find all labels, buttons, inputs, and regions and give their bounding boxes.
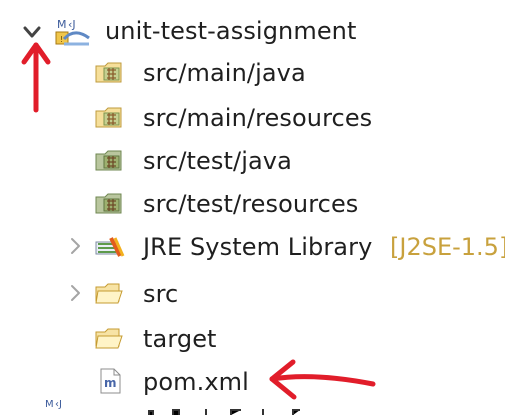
svg-text:!: ! [60,35,63,44]
chevron-right-icon[interactable] [64,235,86,257]
source-folder-icon [93,103,125,131]
chevron-right-icon[interactable] [64,282,86,304]
tree-item-label: pom.xml [143,368,249,396]
cropped-next-project-row: M ‹J [28,397,368,415]
tree-item-src-main-resources[interactable]: src/main/resources [0,97,505,137]
tree-item-label: src/main/resources [143,104,373,132]
maven-file-icon: m [97,367,123,395]
chevron-down-icon[interactable] [21,21,43,43]
maven-project-icon: M ‹J [45,399,300,415]
tree-item-label: src/main/java [143,59,306,87]
folder-icon [93,279,125,307]
tree-item-src-main-java[interactable]: src/main/java [0,52,505,92]
tree-item-label: src [143,280,179,308]
folder-icon [93,324,125,352]
tree-item-label: src/test/java [143,147,292,175]
tree-item-label: target [143,325,217,353]
project-row[interactable]: M ‹J ! unit-test-assignment [0,12,505,52]
svg-text:m: m [104,376,117,390]
jre-version-decoration: [J2SE-1.5] [390,233,505,261]
tree-item-src-test-java[interactable]: src/test/java [0,140,505,180]
maven-project-icon: M ‹J ! [50,15,96,51]
tree-item-label: JRE System Library [143,233,373,261]
svg-text:M: M [45,399,54,410]
svg-text:‹J: ‹J [68,18,76,31]
project-explorer-tree: M ‹J ! unit-test-assignment src/main/jav… [0,0,505,415]
tree-item-src-test-resources[interactable]: src/test/resources [0,183,505,223]
project-name: unit-test-assignment [105,17,357,45]
svg-text:‹J: ‹J [55,399,62,410]
source-folder-icon [93,189,125,217]
tree-item-jre-system-library[interactable]: JRE System Library [J2SE-1.5] [0,226,505,266]
library-icon [93,232,125,260]
tree-item-src[interactable]: src [0,273,505,313]
tree-item-target[interactable]: target [0,318,505,358]
source-folder-icon [93,146,125,174]
svg-text:M: M [57,18,67,31]
tree-item-pom-xml[interactable]: m pom.xml [0,361,505,401]
tree-item-label: src/test/resources [143,190,359,218]
source-folder-icon [93,58,125,86]
